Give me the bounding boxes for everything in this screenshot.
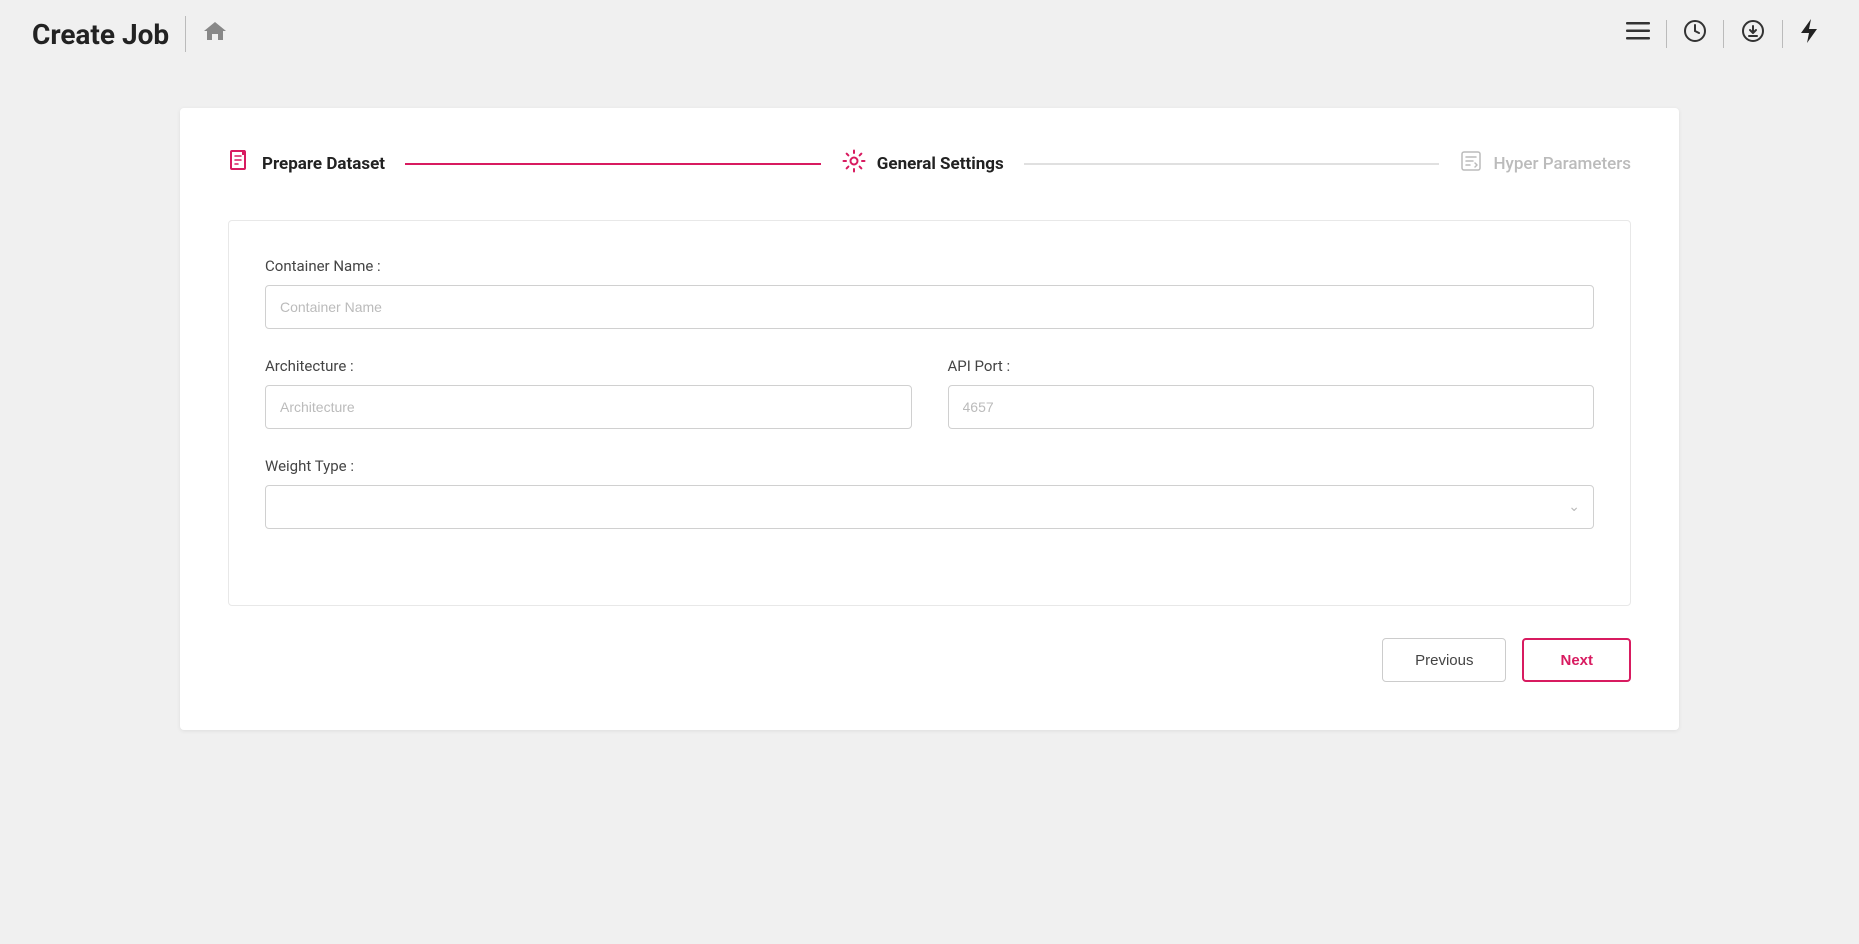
next-button[interactable]: Next xyxy=(1522,638,1631,682)
container-name-input[interactable] xyxy=(265,285,1594,329)
weight-type-select-wrapper: ⌄ xyxy=(265,485,1594,529)
container-name-group: Container Name : xyxy=(265,257,1594,329)
architecture-label: Architecture : xyxy=(265,357,912,375)
prepare-dataset-icon xyxy=(228,149,252,179)
wizard-card: Prepare Dataset General Settings xyxy=(180,108,1679,730)
general-settings-icon xyxy=(841,148,867,180)
step-prepare-dataset[interactable]: Prepare Dataset xyxy=(228,149,385,179)
header-divider xyxy=(185,16,186,52)
divider-1 xyxy=(1666,20,1667,48)
weight-type-label: Weight Type : xyxy=(265,457,1594,475)
step-connector-2 xyxy=(1024,163,1440,165)
api-port-input[interactable] xyxy=(948,385,1595,429)
home-icon[interactable] xyxy=(202,19,228,49)
steps-bar: Prepare Dataset General Settings xyxy=(228,148,1631,180)
architecture-col: Architecture : xyxy=(265,357,912,429)
hyper-parameters-icon xyxy=(1459,149,1483,179)
hyper-parameters-label: Hyper Parameters xyxy=(1493,154,1631,174)
form-section: Container Name : Architecture : API Port… xyxy=(228,220,1631,606)
header-left: Create Job xyxy=(32,16,228,52)
prepare-dataset-label: Prepare Dataset xyxy=(262,154,385,174)
main-content: Prepare Dataset General Settings xyxy=(0,68,1859,770)
container-name-label: Container Name : xyxy=(265,257,1594,275)
weight-type-group: Weight Type : ⌄ xyxy=(265,457,1594,529)
page-title: Create Job xyxy=(32,18,169,51)
step-general-settings[interactable]: General Settings xyxy=(841,148,1004,180)
api-port-col: API Port : xyxy=(948,357,1595,429)
clock-icon[interactable] xyxy=(1675,15,1715,53)
architecture-input[interactable] xyxy=(265,385,912,429)
divider-3 xyxy=(1782,20,1783,48)
general-settings-label: General Settings xyxy=(877,154,1004,174)
download-icon[interactable] xyxy=(1732,15,1774,53)
list-icon[interactable] xyxy=(1618,17,1658,51)
api-port-label: API Port : xyxy=(948,357,1595,375)
weight-type-select[interactable] xyxy=(265,485,1594,529)
architecture-apiport-row: Architecture : API Port : xyxy=(265,357,1594,429)
previous-button[interactable]: Previous xyxy=(1382,638,1506,682)
header-right xyxy=(1618,14,1827,54)
step-connector-1 xyxy=(405,163,821,165)
step-hyper-parameters[interactable]: Hyper Parameters xyxy=(1459,149,1631,179)
header: Create Job xyxy=(0,0,1859,68)
bolt-icon[interactable] xyxy=(1791,14,1827,54)
nav-buttons: Previous Next xyxy=(228,638,1631,682)
divider-2 xyxy=(1723,20,1724,48)
